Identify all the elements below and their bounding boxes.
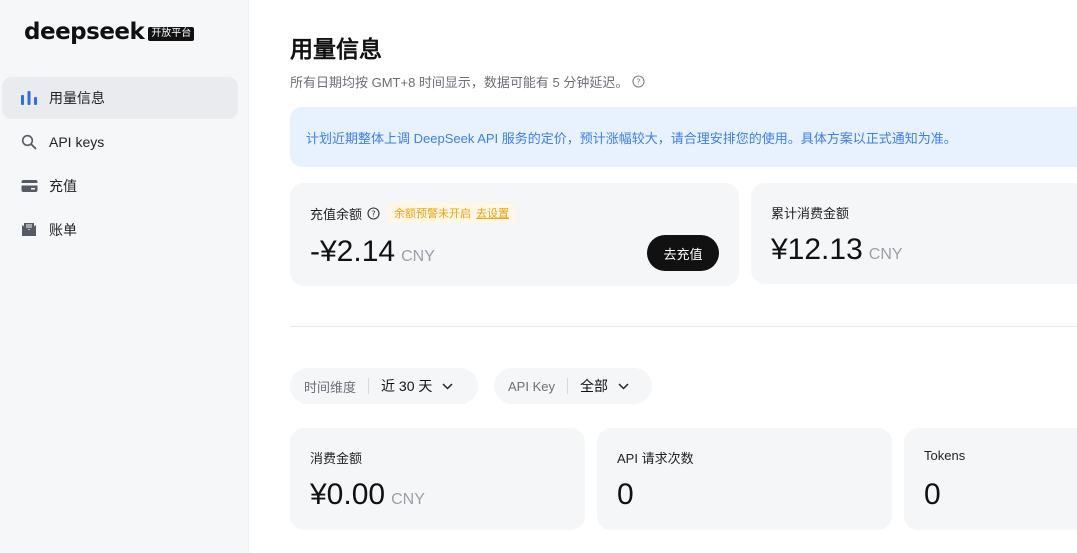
spend-stat-card: 消费金额 ¥0.00 CNY [290,428,585,530]
filter-separator [368,378,370,394]
page-subtitle: 所有日期均按 GMT+8 时间显示，数据可能有 5 分钟延迟。 ? [290,72,645,91]
brand-badge: 开放平台 [148,27,195,41]
total-spend-value: ¥12.13 [771,233,863,266]
svg-text:?: ? [637,78,641,87]
sidebar-item-label: 充值 [49,178,77,194]
sidebar-item-usage[interactable]: 用量信息 [2,77,238,119]
sidebar-item-label: 用量信息 [49,90,105,106]
wallet-icon [19,176,39,196]
recharge-button[interactable]: 去充值 [647,235,719,271]
spend-value-row: ¥0.00 CNY [310,478,425,512]
tokens-stat-card: Tokens 0 [904,428,1077,530]
pricing-notice: 计划近期整体上调 DeepSeek API 服务的定价，预计涨幅较大，请合理安排… [290,107,1077,167]
section-divider [290,326,1077,327]
balance-card: 充值余额 ? 余额预警未开启 去设置 -¥2.14 CNY 去充值 [290,183,739,286]
total-spend-unit: CNY [868,246,903,263]
spend-value: ¥0.00 [310,478,386,511]
subtitle-text: 所有日期均按 GMT+8 时间显示，数据可能有 5 分钟延迟。 [290,75,629,90]
brand-logo[interactable]: deepseek 开放平台 [24,18,195,46]
notice-text: 计划近期整体上调 DeepSeek API 服务的定价，预计涨幅较大，请合理安排… [306,130,957,146]
app-root: deepseek 开放平台 用量信息 API keys 充值 账单 用量信息 所… [0,0,1077,553]
tokens-value: 0 [924,478,941,511]
filter-separator [566,378,568,394]
balance-unit: CNY [401,248,435,265]
filter-value: 近 30 天 [381,378,433,394]
filter-key: 时间维度 [304,379,357,395]
balance-value-row: -¥2.14 CNY [310,235,435,269]
chevron-down-icon [442,382,453,390]
sidebar-nav: 用量信息 API keys 充值 账单 [2,77,238,253]
sidebar-item-label: API keys [49,134,105,150]
total-spend-card: 累计消费金额 ¥12.13 CNY [751,183,1077,284]
help-icon[interactable]: ? [367,206,380,220]
sidebar-item-recharge[interactable]: 充值 [2,165,238,207]
sidebar-item-bills[interactable]: 账单 [2,209,238,251]
total-spend-value-row: ¥12.13 CNY [771,233,903,267]
sidebar: deepseek 开放平台 用量信息 API keys 充值 账单 [0,0,249,553]
main-content: 用量信息 所有日期均按 GMT+8 时间显示，数据可能有 5 分钟延迟。 ? 计… [290,0,1077,553]
balance-warning-badge: 余额预警未开启 去设置 [388,203,516,223]
warning-settings-link[interactable]: 去设置 [476,208,509,220]
warning-text: 余额预警未开启 [394,208,472,220]
page-title: 用量信息 [290,36,382,62]
filter-value: 全部 [579,378,608,394]
requests-value: 0 [617,478,634,511]
requests-label: API 请求次数 [617,451,694,466]
requests-stat-card: API 请求次数 0 [597,428,892,530]
balance-value: -¥2.14 [310,235,396,268]
balance-label: 充值余额 [310,206,363,222]
api-key-select[interactable]: API Key 全部 [494,368,652,404]
tokens-label: Tokens [924,448,966,463]
search-icon [19,132,39,152]
sidebar-item-api-keys[interactable]: API keys [2,121,238,163]
bar-chart-icon [19,88,39,108]
help-icon[interactable]: ? [632,75,645,88]
bill-icon [19,220,39,240]
sidebar-item-label: 账单 [49,222,77,238]
filter-key: API Key [508,378,555,394]
balance-label-row: 充值余额 ? 余额预警未开启 去设置 [310,203,516,223]
brand-name: deepseek [24,19,145,45]
chevron-down-icon [618,382,629,390]
svg-text:?: ? [371,209,375,218]
spend-unit: CNY [391,491,425,508]
spend-label: 消费金额 [310,451,363,466]
time-range-select[interactable]: 时间维度 近 30 天 [290,368,478,404]
total-spend-label: 累计消费金额 [771,206,850,221]
